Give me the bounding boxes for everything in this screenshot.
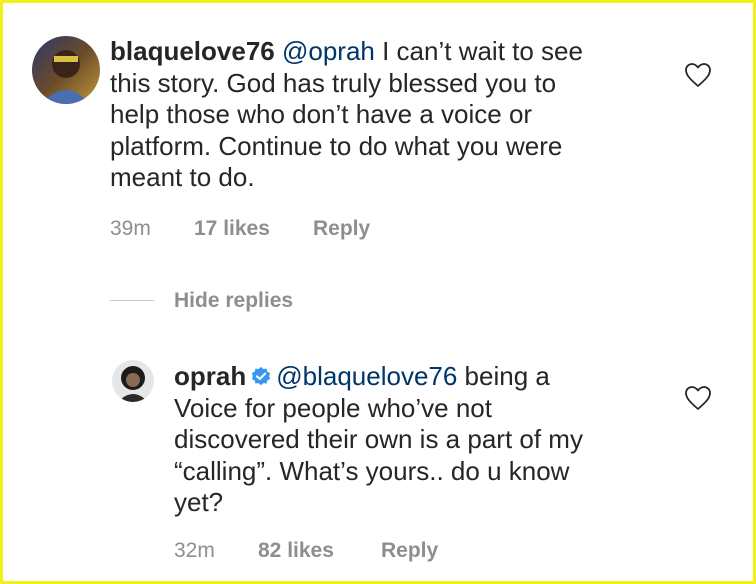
comment-text-line4: platform. Continue to do what you were — [110, 130, 563, 161]
hide-replies-button[interactable]: Hide replies — [174, 289, 293, 313]
reply-likes[interactable]: 82 likes — [258, 539, 334, 563]
reply-text: oprah @blaquelove76 being a Voice for pe… — [174, 361, 674, 519]
comment-text-line1: I can’t wait to see — [374, 36, 583, 66]
reply-time: 32m — [174, 539, 215, 562]
comment-likes[interactable]: 17 likes — [194, 217, 270, 241]
comment-mention[interactable]: @oprah — [282, 36, 375, 66]
reply-text-line2: Voice for people who’ve not — [174, 392, 492, 423]
reply-text-line5: yet? — [174, 487, 224, 517]
reply-reply-button[interactable]: Reply — [381, 539, 438, 563]
reply-username[interactable]: oprah — [174, 361, 246, 391]
comment-text-line3: help those who don’t have a voice or — [110, 99, 533, 129]
comment-text: blaquelove76 @oprah I can’t wait to see … — [110, 36, 670, 194]
reply-mention[interactable]: @blaquelove76 — [276, 361, 457, 391]
avatar-image — [32, 36, 100, 104]
avatar[interactable] — [32, 36, 100, 104]
reply-meta: 32m 82 likes Reply — [174, 539, 574, 565]
comment-text-line5: meant to do. — [110, 162, 255, 192]
comment-username[interactable]: blaquelove76 — [110, 36, 275, 66]
comment-meta: 39m 17 likes Reply — [110, 217, 510, 243]
verified-badge-icon — [252, 366, 271, 386]
comment-reply-button[interactable]: Reply — [313, 217, 370, 241]
comment-text-line2: this story. God has truly blessed you to — [110, 67, 557, 98]
avatar-image — [112, 360, 154, 402]
avatar[interactable] — [112, 360, 154, 402]
like-heart-icon[interactable] — [684, 62, 712, 88]
divider-line — [110, 300, 154, 301]
reply-text-line4: “calling”. What’s yours.. do u know — [174, 455, 570, 486]
comment-time: 39m — [110, 217, 151, 240]
like-heart-icon[interactable] — [684, 385, 712, 411]
reply-text-line1: being a — [457, 361, 550, 391]
reply-text-line3: discovered their own is a part of my — [174, 424, 583, 454]
